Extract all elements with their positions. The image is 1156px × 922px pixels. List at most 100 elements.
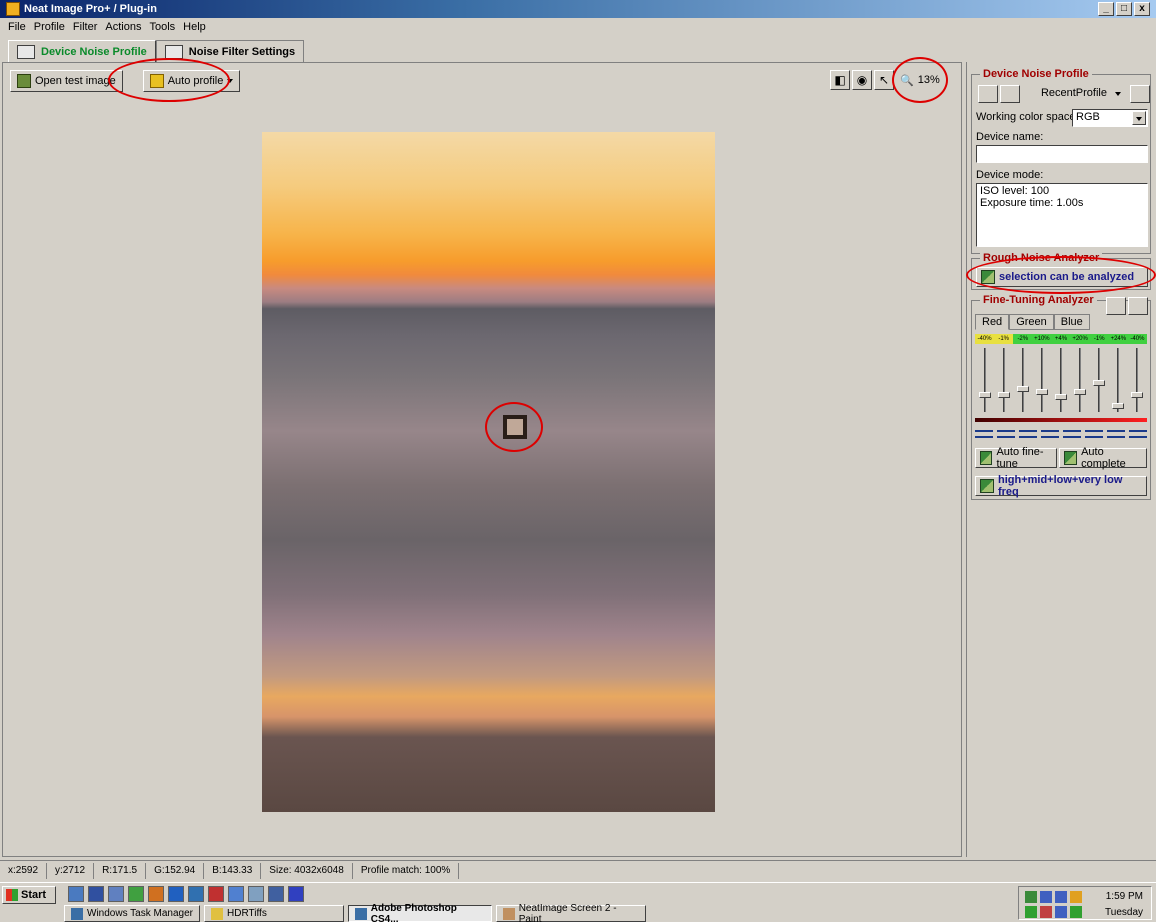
annotation-circle: [966, 256, 1156, 294]
auto-fine-tune-button[interactable]: Auto fine-tune: [975, 446, 1057, 470]
frequency-slider[interactable]: [1074, 348, 1086, 412]
maximize-button[interactable]: □: [1116, 2, 1132, 16]
compare-view-icon[interactable]: ◧: [830, 70, 850, 90]
photoshop-icon: [355, 907, 367, 920]
window-title: Neat Image Pro+ / Plug-in: [24, 3, 157, 15]
recent-profile-select[interactable]: RecentProfile: [1024, 85, 1128, 103]
status-r: R:171.5: [94, 862, 147, 879]
app-icon[interactable]: [148, 886, 164, 902]
task-windows-task-manager[interactable]: Windows Task Manager: [64, 905, 200, 922]
trash-icon[interactable]: [1128, 297, 1148, 315]
slider-thumb[interactable]: [1017, 386, 1029, 392]
save-profile-icon[interactable]: [978, 85, 998, 103]
start-button[interactable]: Start: [2, 886, 56, 904]
network-icon[interactable]: [1025, 891, 1037, 903]
color-wheel-icon[interactable]: ◉: [852, 70, 872, 90]
slider-thumb[interactable]: [1055, 394, 1067, 400]
word-icon[interactable]: [88, 886, 104, 902]
menu-bar: File Profile Filter Actions Tools Help: [0, 18, 206, 36]
app-icon: [6, 2, 20, 16]
auto-complete-button[interactable]: Auto complete: [1059, 446, 1147, 470]
pencil-icon: [980, 479, 994, 493]
slider-track: [1079, 348, 1081, 412]
status-size: Size: 4032x6048: [261, 862, 353, 879]
menu-file[interactable]: File: [8, 21, 26, 33]
frequency-slider[interactable]: [1036, 348, 1048, 412]
frequency-slider[interactable]: [1131, 348, 1143, 412]
app-icon[interactable]: [208, 886, 224, 902]
clock-day: Tuesday: [1105, 907, 1143, 918]
test-image-canvas[interactable]: [262, 132, 715, 812]
browser-icon[interactable]: [68, 886, 84, 902]
slider-track: [984, 348, 986, 412]
undo-icon[interactable]: [1106, 297, 1126, 315]
frequency-slider[interactable]: [979, 348, 991, 412]
slider-thumb[interactable]: [998, 392, 1010, 398]
frequency-slider[interactable]: [1055, 348, 1067, 412]
menu-help[interactable]: Help: [183, 21, 206, 33]
frequency-slider[interactable]: [998, 348, 1010, 412]
tray-icon[interactable]: [1040, 891, 1052, 903]
slider-track: [1022, 348, 1024, 412]
tab-label: Noise Filter Settings: [188, 45, 296, 58]
task-paint[interactable]: NeatImage Screen 2 - Paint: [496, 903, 646, 922]
scale-label: -40%: [1127, 334, 1147, 344]
open-test-image-button[interactable]: Open test image: [10, 70, 123, 92]
eq-indicator: [1063, 430, 1081, 438]
tray-icon[interactable]: [1055, 891, 1067, 903]
excel-icon[interactable]: [128, 886, 144, 902]
task-buttons: Windows Task Manager HDRTiffs Adobe Phot…: [64, 903, 646, 922]
app-icon[interactable]: [188, 886, 204, 902]
tab-device-noise-profile[interactable]: Device Noise Profile: [8, 40, 156, 62]
tray-icon[interactable]: [1055, 906, 1067, 918]
slider-thumb[interactable]: [1131, 392, 1143, 398]
tab-green[interactable]: Green: [1009, 314, 1054, 330]
color-space-select[interactable]: RGB: [1072, 109, 1148, 127]
menu-actions[interactable]: Actions: [105, 21, 141, 33]
frequency-mode-button[interactable]: high+mid+low+very low freq: [975, 474, 1147, 498]
frequency-slider[interactable]: [1017, 348, 1029, 412]
tray-icon[interactable]: [1070, 891, 1082, 903]
slider-thumb[interactable]: [1093, 380, 1105, 386]
menu-profile[interactable]: Profile: [34, 21, 65, 33]
frequency-slider[interactable]: [1093, 348, 1105, 412]
device-name-label: Device name:: [976, 131, 1044, 143]
channel-tabs: Red Green Blue: [975, 314, 1090, 330]
task-adobe-photoshop[interactable]: Adobe Photoshop CS4...: [348, 903, 492, 922]
menu-filter[interactable]: Filter: [73, 21, 97, 33]
minimize-button[interactable]: _: [1098, 2, 1114, 16]
color-space-value: RGB: [1076, 111, 1100, 123]
print-icon[interactable]: [1130, 85, 1150, 103]
app-icon[interactable]: [168, 886, 184, 902]
slider-thumb[interactable]: [1036, 389, 1048, 395]
menu-tools[interactable]: Tools: [149, 21, 175, 33]
tab-red[interactable]: Red: [975, 314, 1010, 330]
load-profile-icon[interactable]: [1000, 85, 1020, 103]
sidebar: Device Noise Profile RecentProfile Worki…: [966, 62, 1152, 857]
device-mode-textarea[interactable]: ISO level: 100 Exposure time: 1.00s: [976, 183, 1148, 247]
device-name-field[interactable]: [976, 145, 1148, 163]
app-icon[interactable]: [248, 886, 264, 902]
paint-icon: [503, 907, 515, 920]
clock-time[interactable]: 1:59 PM: [1106, 891, 1143, 902]
app-icon[interactable]: [268, 886, 284, 902]
scale-label: -1%: [994, 334, 1014, 344]
frequency-slider[interactable]: [1112, 348, 1124, 412]
tray-icon[interactable]: [1025, 906, 1037, 918]
slider-thumb[interactable]: [1112, 403, 1124, 409]
select-arrow-icon[interactable]: ↖: [874, 70, 894, 90]
task-hdrtiffs[interactable]: HDRTiffs: [204, 905, 344, 922]
equalizer-indicators: [975, 430, 1147, 438]
slider-thumb[interactable]: [979, 392, 991, 398]
quick-launch: [68, 886, 304, 902]
app-icon[interactable]: [288, 886, 304, 902]
app-icon[interactable]: [108, 886, 124, 902]
tray-icon[interactable]: [1040, 906, 1052, 918]
tab-blue[interactable]: Blue: [1053, 314, 1090, 330]
app-icon[interactable]: [228, 886, 244, 902]
tray-icon[interactable]: [1070, 906, 1082, 918]
device-mode-iso: ISO level: 100: [980, 185, 1050, 197]
close-button[interactable]: x: [1134, 2, 1150, 16]
annotation-circle: [892, 57, 948, 103]
slider-thumb[interactable]: [1074, 389, 1086, 395]
